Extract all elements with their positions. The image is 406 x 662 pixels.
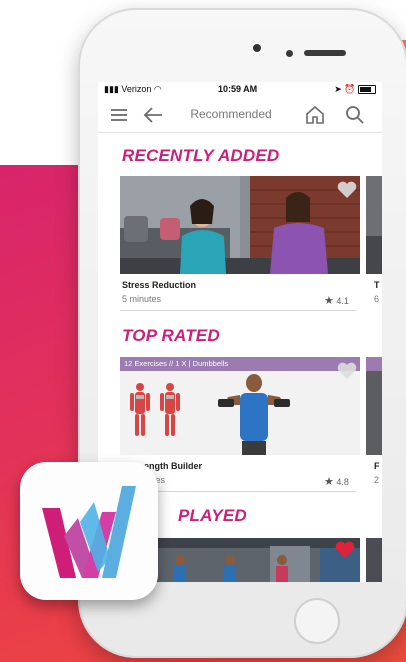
location-icon: ➤ [334, 84, 342, 94]
next-card-title: F [374, 461, 380, 471]
workout-rating: ★ 4.8 [324, 476, 349, 488]
carrier-label: ▮▮▮ Verizon ◠ [104, 84, 162, 94]
next-card-thumbnail[interactable] [366, 176, 382, 274]
earpiece-speaker [304, 50, 346, 56]
next-card-thumbnail[interactable] [366, 538, 382, 582]
app-logo-icon [20, 462, 158, 600]
nav-bar: Recommended [98, 98, 382, 133]
status-icons: ➤ ⏰ [334, 84, 376, 95]
menu-icon[interactable] [108, 104, 130, 126]
front-camera [253, 44, 261, 52]
workout-title: ength Builder [144, 461, 202, 471]
star-icon: ★ [324, 476, 334, 488]
home-icon[interactable] [304, 104, 326, 126]
workout-thumbnail[interactable] [120, 176, 360, 274]
proximity-sensor [286, 50, 293, 57]
next-card-meta: 6 [374, 294, 380, 304]
next-card-title: T [374, 280, 380, 290]
next-card-thumbnail[interactable] [366, 357, 382, 455]
signal-icon: ▮▮▮ [104, 84, 119, 94]
page-title: Recommended [190, 107, 272, 121]
workout-duration: 5 minutes [122, 294, 162, 304]
section-title-recently-added: RECENTLY ADDED [122, 146, 280, 165]
star-icon: ★ [324, 295, 334, 307]
card-divider [120, 310, 356, 311]
status-bar: ▮▮▮ Verizon ◠ 10:59 AM ➤ ⏰ [98, 82, 382, 96]
heart-icon[interactable] [336, 180, 358, 200]
workout-rating: ★ 4.1 [324, 295, 349, 307]
workout-title: Stress Reduction [122, 280, 197, 290]
home-button[interactable] [294, 598, 340, 644]
alarm-icon: ⏰ [344, 84, 356, 94]
battery-icon [358, 85, 376, 95]
heart-icon[interactable] [336, 361, 358, 381]
workout-card-strength-builder[interactable]: 12 Exercises // 1 X | Dumbbells ength Bu… [120, 357, 360, 493]
workout-card-stress-reduction[interactable]: Stress Reduction 5 minutes ★ 4.1 [120, 176, 360, 312]
back-arrow-icon[interactable] [142, 104, 164, 126]
wifi-icon: ◠ [153, 84, 162, 94]
section-title-played: PLAYED [178, 506, 247, 525]
next-card-meta: 2 [374, 475, 380, 485]
status-time: 10:59 AM [218, 84, 258, 94]
section-title-top-rated: TOP RATED [122, 326, 220, 345]
search-icon[interactable] [344, 104, 366, 126]
heart-icon-active[interactable] [334, 540, 356, 560]
workout-thumbnail[interactable]: 12 Exercises // 1 X | Dumbbells [120, 357, 360, 455]
